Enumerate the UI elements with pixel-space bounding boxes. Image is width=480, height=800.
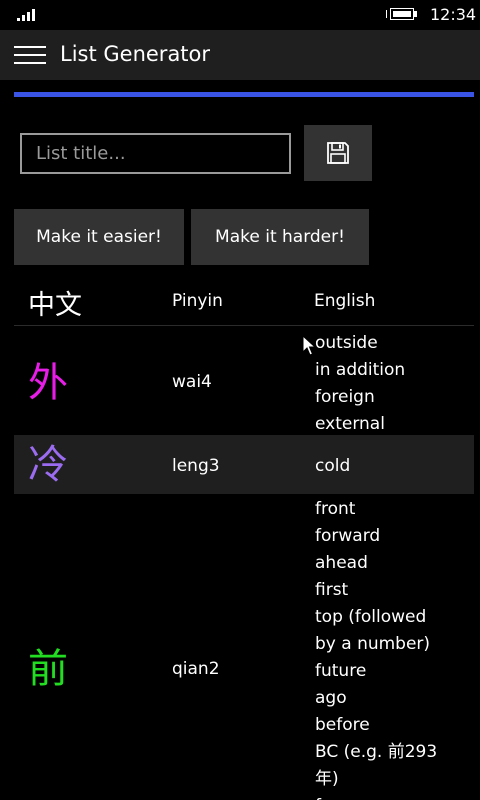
english-definition: in addition — [315, 360, 406, 380]
status-time: 12:34 — [430, 5, 477, 24]
english-definition: 年) — [315, 769, 339, 789]
hanzi-character: 外 — [28, 360, 68, 406]
english-definition: f... — [315, 793, 465, 800]
column-header-hanzi: 中文 — [28, 290, 82, 321]
list-title-input[interactable] — [20, 133, 291, 174]
column-header-english: English — [314, 291, 376, 311]
save-floppy-icon — [327, 142, 349, 164]
english-definition: external — [315, 414, 385, 434]
hanzi-character: 冷 — [28, 442, 68, 488]
header-divider — [14, 325, 474, 326]
english-definition: first — [315, 580, 349, 600]
hamburger-menu-icon[interactable] — [14, 44, 46, 66]
english-definition: BC (e.g. 前293 — [315, 742, 438, 762]
pinyin-cell: qian2 — [172, 659, 220, 679]
english-definitions: front forward ahead first top (followed by a … — [315, 496, 465, 800]
progress-fill — [14, 92, 474, 97]
english-definitions: outside in addition foreign external — [315, 330, 465, 438]
english-definition: outside — [315, 333, 378, 353]
save-button[interactable] — [304, 125, 372, 181]
app-bar: List Generator — [0, 30, 480, 80]
pinyin-cell: leng3 — [172, 456, 220, 476]
pinyin-cell: wai4 — [172, 372, 212, 392]
app-title: List Generator — [60, 42, 211, 66]
table-row[interactable]: 外 wai4 outside in addition foreign external — [14, 330, 474, 435]
english-definition: future — [315, 661, 367, 681]
make-easier-button[interactable]: Make it easier! — [14, 209, 184, 265]
english-definition: by a number) — [315, 634, 431, 654]
english-definition: ahead — [315, 553, 368, 573]
english-definition: forward — [315, 526, 381, 546]
english-definition: ago — [315, 688, 347, 708]
signal-bars-icon — [17, 7, 39, 21]
battery-charging-icon — [386, 7, 418, 21]
english-definition: top (followed — [315, 607, 427, 627]
progress-bar — [14, 92, 474, 97]
english-definition: front — [315, 499, 356, 519]
status-bar: 12:34 — [0, 0, 480, 30]
make-harder-button[interactable]: Make it harder! — [191, 209, 369, 265]
english-definition: foreign — [315, 387, 375, 407]
english-definition: before — [315, 715, 370, 735]
english-definition: cold — [315, 456, 351, 476]
column-header-pinyin: Pinyin — [172, 291, 223, 311]
screen: 12:34 List Generator Make it easier! Mak… — [0, 0, 480, 800]
table-row[interactable]: 前 qian2 front forward ahead first top (follo… — [14, 496, 474, 800]
hanzi-character: 前 — [28, 646, 68, 692]
english-definitions: cold — [315, 453, 465, 480]
mouse-cursor-icon — [302, 335, 316, 356]
table-row[interactable]: 冷 leng3 cold — [14, 435, 474, 494]
